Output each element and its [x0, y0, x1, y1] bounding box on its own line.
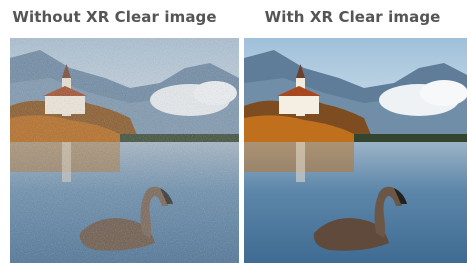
photo-without-xr-clear [10, 38, 239, 263]
photo-with-xr-clear [244, 38, 467, 263]
caption-without-xr-clear: Without XR Clear image [12, 8, 217, 26]
caption-with-xr-clear: With XR Clear image [264, 8, 441, 26]
